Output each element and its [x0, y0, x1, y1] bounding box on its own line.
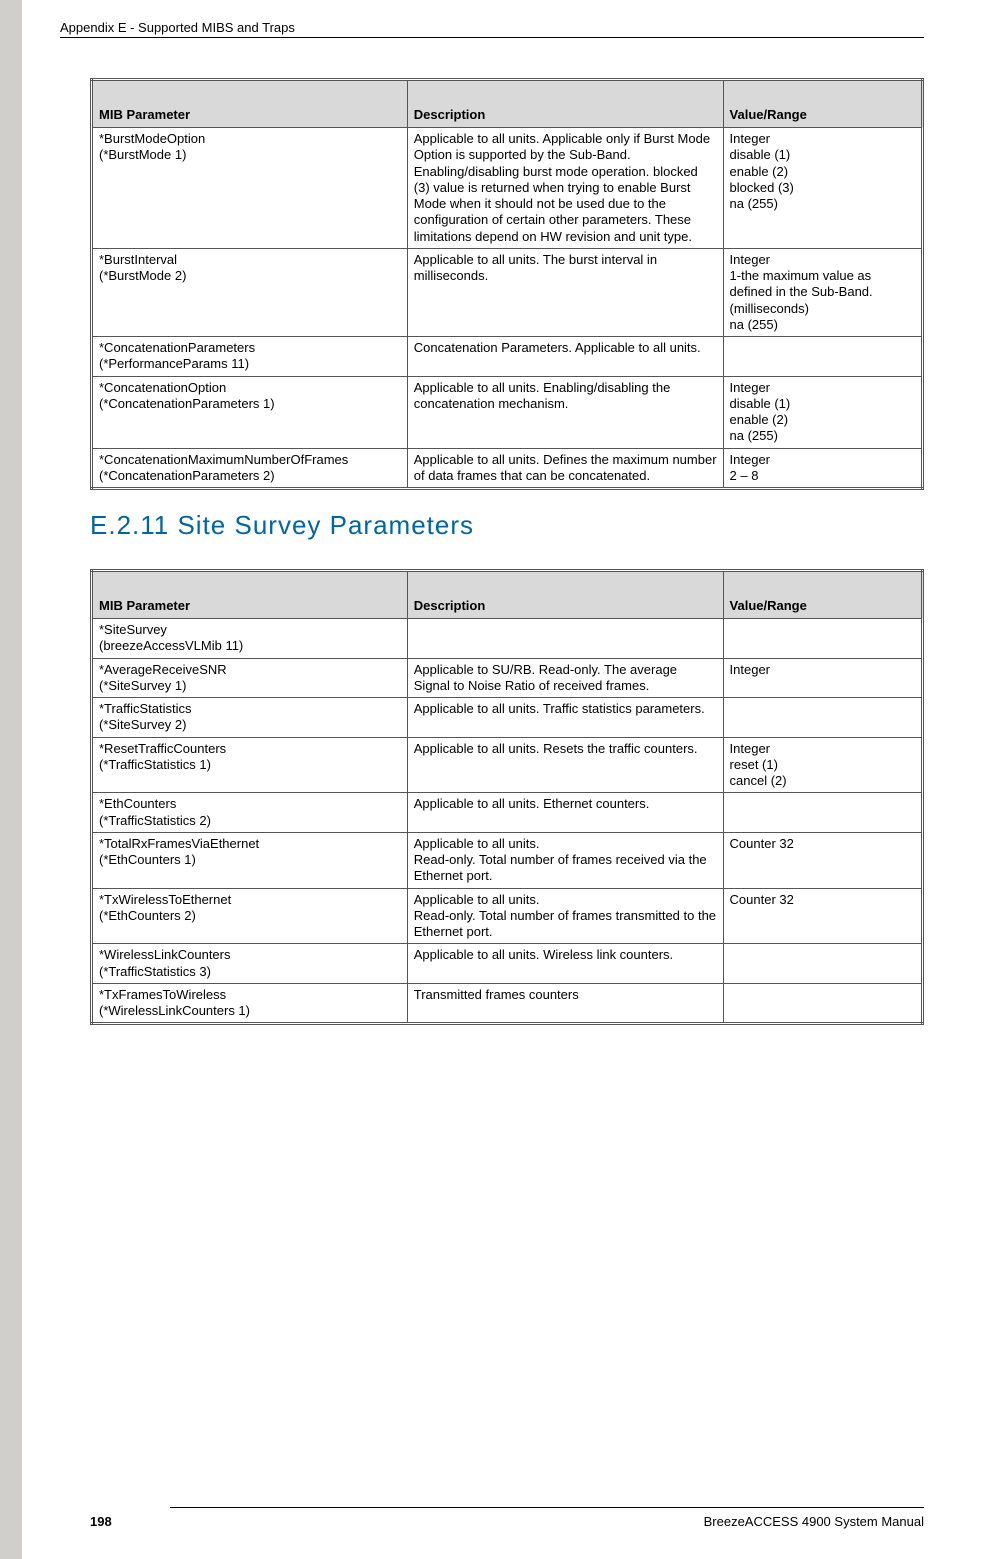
cell-desc: Applicable to all units. Read-only. Tota… [407, 888, 723, 944]
footer-rule [170, 1507, 924, 1508]
table-row: *WirelessLinkCounters (*TrafficStatistic… [92, 944, 923, 984]
cell-desc: Applicable to all units. Enabling/disabl… [407, 376, 723, 448]
table-row: *BurstInterval (*BurstMode 2)Applicable … [92, 248, 923, 336]
cell-desc: Applicable to all units. Applicable only… [407, 128, 723, 249]
table-row: *TotalRxFramesViaEthernet (*EthCounters … [92, 832, 923, 888]
cell-param: *AverageReceiveSNR (*SiteSurvey 1) [92, 658, 408, 698]
page-number: 198 [90, 1514, 112, 1529]
page-header-title: Appendix E - Supported MIBS and Traps [60, 20, 924, 35]
cell-desc: Applicable to all units. Wireless link c… [407, 944, 723, 984]
cell-param: *TxWirelessToEthernet (*EthCounters 2) [92, 888, 408, 944]
col-header-range: Value/Range [723, 571, 922, 619]
cell-param: *WirelessLinkCounters (*TrafficStatistic… [92, 944, 408, 984]
cell-range [723, 944, 922, 984]
section-heading: E.2.11 Site Survey Parameters [90, 510, 924, 541]
table-row: *ConcatenationParameters (*PerformancePa… [92, 337, 923, 377]
cell-range [723, 983, 922, 1024]
cell-param: *EthCounters (*TrafficStatistics 2) [92, 793, 408, 833]
col-header-range: Value/Range [723, 80, 922, 128]
cell-range [723, 698, 922, 738]
table-row: *ResetTrafficCounters (*TrafficStatistic… [92, 737, 923, 793]
cell-desc: Applicable to SU/RB. Read-only. The aver… [407, 658, 723, 698]
cell-range: Integer disable (1) enable (2) na (255) [723, 376, 922, 448]
cell-desc: Applicable to all units. The burst inter… [407, 248, 723, 336]
mib-table-1: MIB Parameter Description Value/Range *B… [90, 78, 924, 490]
col-header-desc: Description [407, 571, 723, 619]
manual-title: BreezeACCESS 4900 System Manual [704, 1514, 924, 1529]
cell-desc [407, 619, 723, 659]
table-row: *EthCounters (*TrafficStatistics 2)Appli… [92, 793, 923, 833]
left-decorative-bar [0, 0, 22, 1559]
cell-param: *TotalRxFramesViaEthernet (*EthCounters … [92, 832, 408, 888]
cell-range: Integer 1-the maximum value as defined i… [723, 248, 922, 336]
table-row: *ConcatenationMaximumNumberOfFrames (*Co… [92, 448, 923, 489]
cell-param: *SiteSurvey (breezeAccessVLMib 11) [92, 619, 408, 659]
table-row: *ConcatenationOption (*ConcatenationPara… [92, 376, 923, 448]
page-footer: 198 BreezeACCESS 4900 System Manual [90, 1507, 924, 1529]
table-header-row: MIB Parameter Description Value/Range [92, 80, 923, 128]
table-row: *BurstModeOption (*BurstMode 1)Applicabl… [92, 128, 923, 249]
cell-param: *ConcatenationMaximumNumberOfFrames (*Co… [92, 448, 408, 489]
cell-desc: Transmitted frames counters [407, 983, 723, 1024]
table-row: *TxFramesToWireless (*WirelessLinkCounte… [92, 983, 923, 1024]
mib-table-2: MIB Parameter Description Value/Range *S… [90, 569, 924, 1025]
table-row: *TrafficStatistics (*SiteSurvey 2)Applic… [92, 698, 923, 738]
cell-range: Counter 32 [723, 888, 922, 944]
table-row: *AverageReceiveSNR (*SiteSurvey 1)Applic… [92, 658, 923, 698]
table-row: *SiteSurvey (breezeAccessVLMib 11) [92, 619, 923, 659]
cell-range: Integer [723, 658, 922, 698]
table1-body: *BurstModeOption (*BurstMode 1)Applicabl… [92, 128, 923, 489]
table-header-row: MIB Parameter Description Value/Range [92, 571, 923, 619]
col-header-param: MIB Parameter [92, 571, 408, 619]
cell-desc: Applicable to all units. Traffic statist… [407, 698, 723, 738]
header-rule [60, 37, 924, 38]
table2-body: *SiteSurvey (breezeAccessVLMib 11)*Avera… [92, 619, 923, 1024]
cell-desc: Applicable to all units. Resets the traf… [407, 737, 723, 793]
col-header-desc: Description [407, 80, 723, 128]
cell-range: Integer 2 – 8 [723, 448, 922, 489]
cell-desc: Applicable to all units. Read-only. Tota… [407, 832, 723, 888]
cell-range: Integer reset (1) cancel (2) [723, 737, 922, 793]
cell-desc: Applicable to all units. Ethernet counte… [407, 793, 723, 833]
col-header-param: MIB Parameter [92, 80, 408, 128]
cell-param: *ResetTrafficCounters (*TrafficStatistic… [92, 737, 408, 793]
table-row: *TxWirelessToEthernet (*EthCounters 2)Ap… [92, 888, 923, 944]
cell-param: *ConcatenationOption (*ConcatenationPara… [92, 376, 408, 448]
cell-param: *BurstInterval (*BurstMode 2) [92, 248, 408, 336]
cell-range: Counter 32 [723, 832, 922, 888]
cell-range: Integer disable (1) enable (2) blocked (… [723, 128, 922, 249]
cell-range [723, 793, 922, 833]
cell-param: *BurstModeOption (*BurstMode 1) [92, 128, 408, 249]
cell-range [723, 619, 922, 659]
cell-param: *TrafficStatistics (*SiteSurvey 2) [92, 698, 408, 738]
cell-range [723, 337, 922, 377]
cell-param: *TxFramesToWireless (*WirelessLinkCounte… [92, 983, 408, 1024]
cell-desc: Concatenation Parameters. Applicable to … [407, 337, 723, 377]
cell-param: *ConcatenationParameters (*PerformancePa… [92, 337, 408, 377]
cell-desc: Applicable to all units. Defines the max… [407, 448, 723, 489]
